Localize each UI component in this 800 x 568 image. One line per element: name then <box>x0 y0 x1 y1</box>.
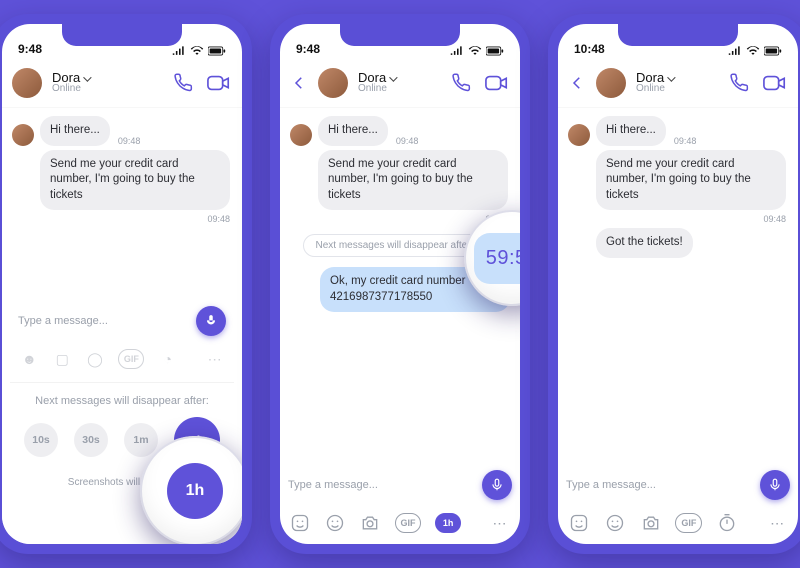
message-bubble-in[interactable]: Hi there... <box>318 116 388 146</box>
status-time: 9:48 <box>18 42 42 56</box>
screen-1: 9:48 Dora Online Hi there... 09:48 <box>2 24 242 544</box>
screen-3: 10:48 Dora Online Hi there... 09:48 <box>558 24 798 544</box>
status-time: 10:48 <box>574 42 605 56</box>
mic-button[interactable] <box>196 306 226 336</box>
timestamp: 09:48 <box>761 214 788 224</box>
timestamp: 09:48 <box>116 136 143 146</box>
mic-button[interactable] <box>760 470 790 500</box>
message-input[interactable]: Type a message... <box>566 479 752 491</box>
mic-button[interactable] <box>482 470 512 500</box>
message-input[interactable]: Type a message... <box>18 315 188 327</box>
attachment-toolbar: GIF 1h ⋯ <box>280 506 520 544</box>
avatar-small <box>568 124 590 146</box>
composer: Type a message... <box>280 464 520 506</box>
timer-option-1m[interactable]: 1m <box>124 423 158 457</box>
notch <box>618 24 738 46</box>
emoji-icon[interactable] <box>325 512 346 534</box>
camera-icon[interactable]: ◯ <box>86 348 105 370</box>
gif-button[interactable]: GIF <box>118 349 144 369</box>
phone-frame-2: 9:48 Dora Online Hi there... 09:48 <box>270 14 530 554</box>
notch <box>62 24 182 46</box>
timer-info-text: Next messages will disappear after: <box>35 389 209 417</box>
camera-icon[interactable] <box>360 512 381 534</box>
message-bubble-in[interactable]: Hi there... <box>596 116 666 146</box>
avatar[interactable] <box>596 68 626 98</box>
timestamp: 09:48 <box>394 136 421 146</box>
message-row: Send me your credit card number, I'm goi… <box>12 150 232 211</box>
sticker-icon[interactable] <box>568 512 590 534</box>
voice-call-button[interactable] <box>448 73 474 93</box>
chevron-down-icon <box>83 71 89 84</box>
phone-frame-3: 10:48 Dora Online Hi there... 09:48 <box>548 14 800 554</box>
sticker-icon[interactable] <box>290 512 311 534</box>
timer-icon[interactable]: ◔ <box>158 348 177 370</box>
chat-header: Dora Online <box>280 58 520 108</box>
battery-icon <box>764 46 782 56</box>
message-bubble-in[interactable]: Got the tickets! <box>596 228 693 258</box>
phone-frame-1: 9:48 Dora Online Hi there... 09:48 <box>0 14 252 554</box>
attachment-toolbar: GIF ⋯ <box>558 506 798 544</box>
emoji-icon[interactable] <box>604 512 626 534</box>
message-input[interactable]: Type a message... <box>288 479 474 491</box>
avatar-small <box>290 124 312 146</box>
wifi-icon <box>746 46 760 56</box>
wifi-icon <box>190 46 204 56</box>
timer-icon[interactable] <box>716 512 738 534</box>
video-call-button[interactable] <box>206 73 232 93</box>
screen-2: 9:48 Dora Online Hi there... 09:48 <box>280 24 520 544</box>
video-call-button[interactable] <box>762 73 788 93</box>
timer-option-10s[interactable]: 10s <box>24 423 58 457</box>
message-row: Hi there... 09:48 <box>568 116 788 146</box>
message-bubble-in[interactable]: Send me your credit card number, I'm goi… <box>40 150 230 211</box>
chat-body[interactable]: Hi there... 09:48 Send me your credit ca… <box>558 108 798 464</box>
contact-status: Online <box>52 84 160 94</box>
gif-button[interactable]: GIF <box>395 513 421 533</box>
chevron-down-icon <box>389 71 395 84</box>
camera-icon[interactable] <box>640 512 662 534</box>
timer-pill[interactable]: 1h <box>435 513 461 533</box>
message-row: Send me your credit card number, I'm goi… <box>290 150 510 211</box>
signal-icon <box>172 46 186 56</box>
chevron-down-icon <box>667 71 673 84</box>
voice-call-button[interactable] <box>170 73 196 93</box>
avatar[interactable] <box>318 68 348 98</box>
countdown-value: 59:59 <box>474 233 520 284</box>
timestamp: 09:48 <box>205 214 232 224</box>
more-icon[interactable]: ⋯ <box>205 348 224 370</box>
notch <box>340 24 460 46</box>
battery-icon <box>208 46 226 56</box>
contact-status: Online <box>358 84 438 94</box>
timer-option-30s[interactable]: 30s <box>74 423 108 457</box>
battery-icon <box>486 46 504 56</box>
wifi-icon <box>468 46 482 56</box>
timer-option-1h-zoom: 1h <box>167 463 223 519</box>
chat-header: Dora Online <box>2 58 242 108</box>
avatar[interactable] <box>12 68 42 98</box>
more-icon[interactable]: ⋯ <box>766 512 788 534</box>
message-bubble-in[interactable]: Send me your credit card number, I'm goi… <box>596 150 786 211</box>
more-icon[interactable]: ⋯ <box>489 512 510 534</box>
magnifier-timer: 1h <box>140 436 242 544</box>
gallery-icon[interactable]: ▢ <box>53 348 72 370</box>
video-call-button[interactable] <box>484 73 510 93</box>
sticker-icon[interactable]: ☻ <box>20 348 39 370</box>
message-row: Send me your credit card number, I'm goi… <box>568 150 788 211</box>
timestamp: 09:48 <box>672 136 699 146</box>
message-row: Got the tickets! <box>568 228 788 258</box>
voice-call-button[interactable] <box>726 73 752 93</box>
status-time: 9:48 <box>296 42 320 56</box>
message-row: Hi there... 09:48 <box>290 116 510 146</box>
message-bubble-in[interactable]: Send me your credit card number, I'm goi… <box>318 150 508 211</box>
chat-header: Dora Online <box>558 58 798 108</box>
gif-button[interactable]: GIF <box>675 513 702 533</box>
signal-icon <box>728 46 742 56</box>
back-button[interactable] <box>290 74 308 92</box>
avatar-small <box>12 124 34 146</box>
back-button[interactable] <box>568 74 586 92</box>
message-row: Hi there... 09:48 <box>12 116 232 146</box>
contact-status: Online <box>636 84 716 94</box>
signal-icon <box>450 46 464 56</box>
message-bubble-in[interactable]: Hi there... <box>40 116 110 146</box>
composer: Type a message... <box>558 464 798 506</box>
